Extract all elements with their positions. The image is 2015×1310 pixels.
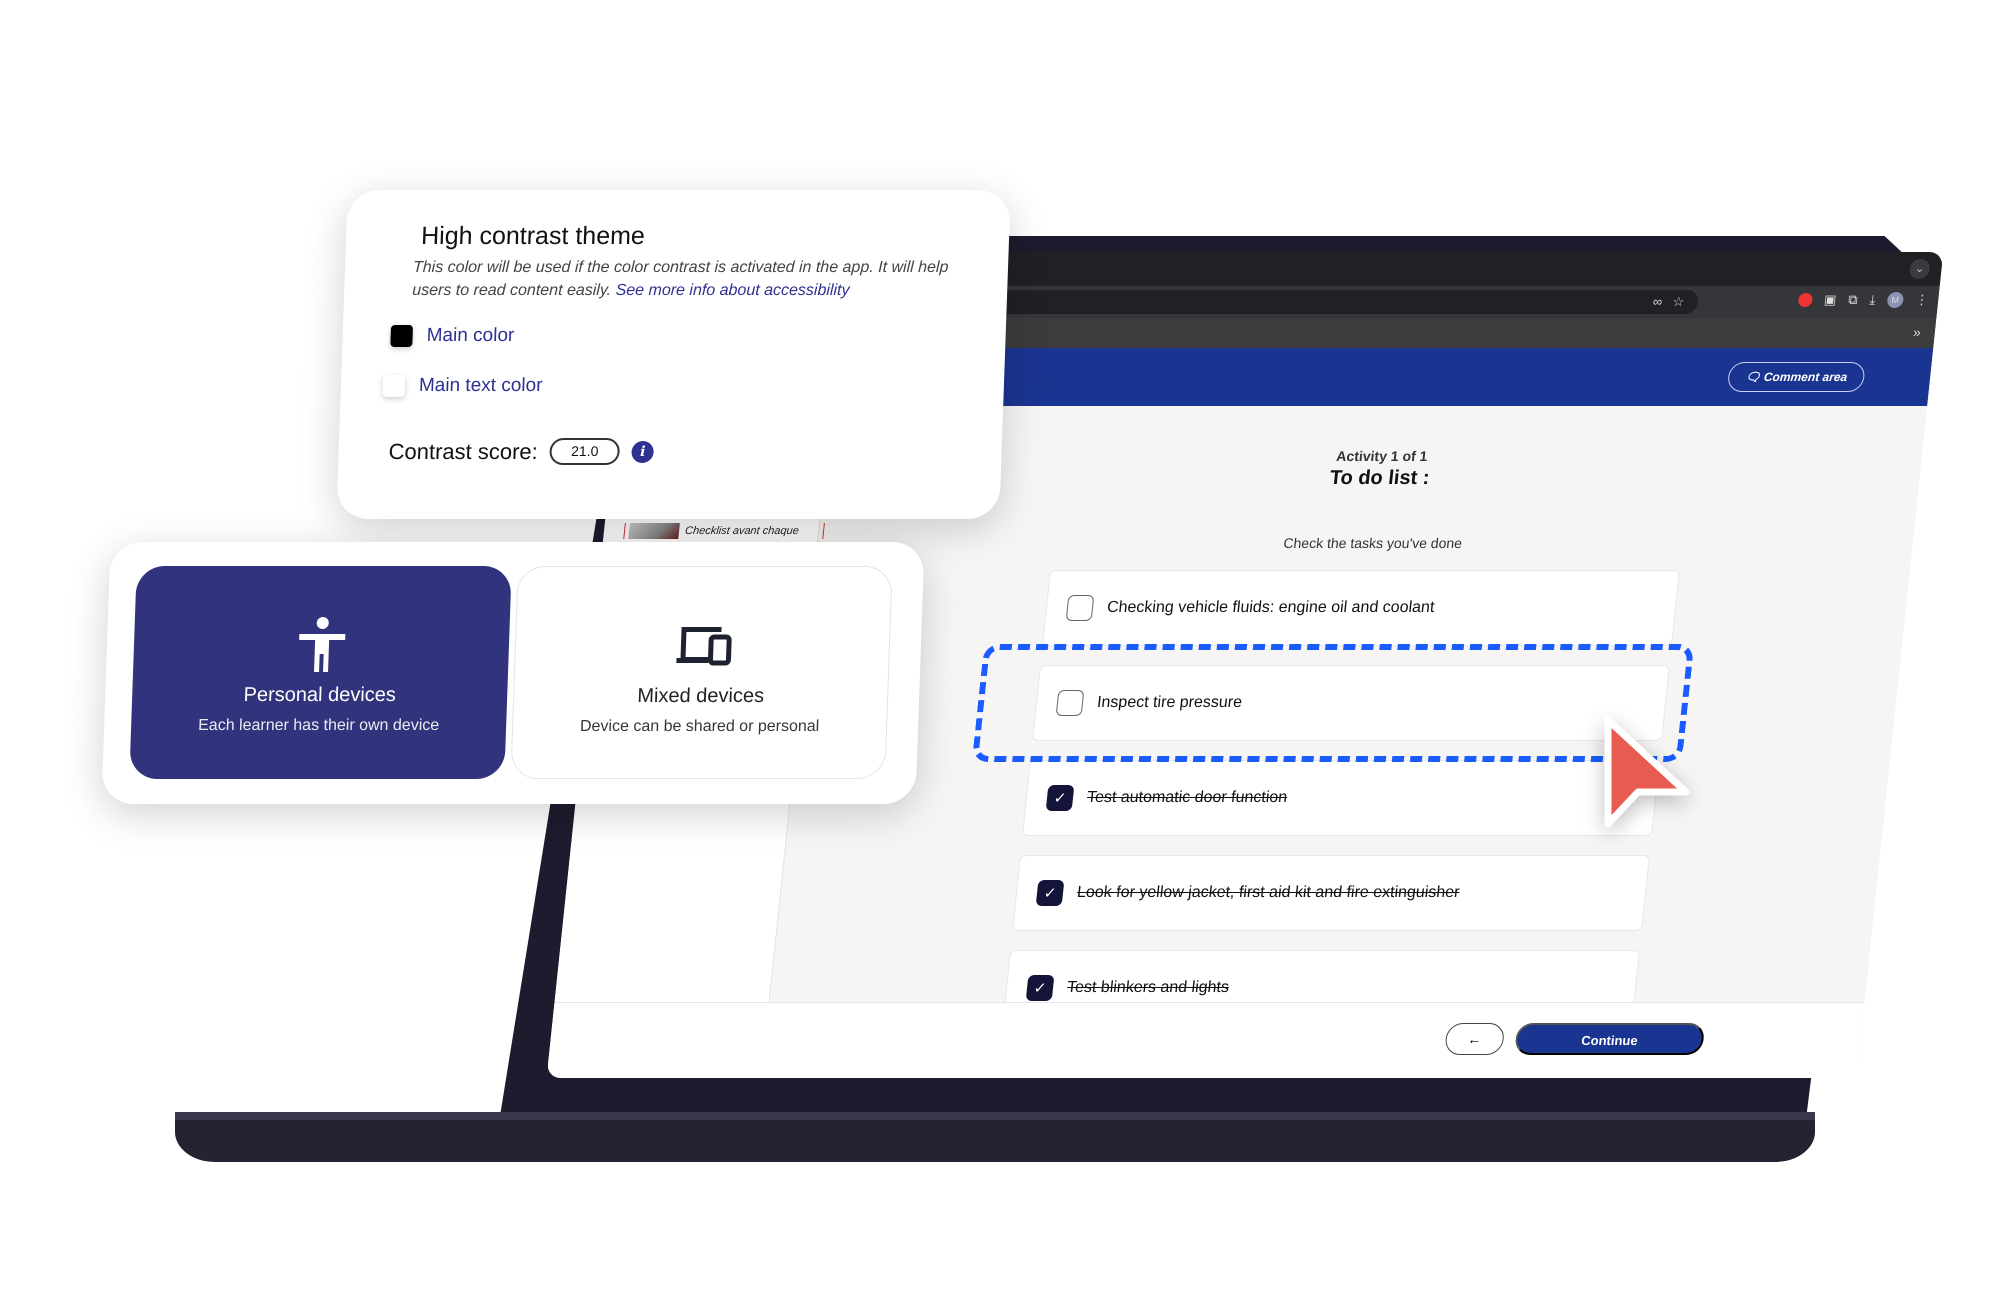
option-subtitle: Each learner has their own device <box>197 717 440 734</box>
main-text-color-label: Main text color <box>418 375 543 396</box>
avatar-icon[interactable]: M <box>1886 292 1905 308</box>
download-icon[interactable]: ⤓ <box>1869 292 1876 308</box>
laptop-base <box>175 1112 1815 1162</box>
task-item[interactable]: ✓ Test automatic door function <box>1022 760 1661 836</box>
laptop-phone-icon <box>515 617 890 677</box>
accessibility-link[interactable]: See more info about accessibility <box>615 282 849 299</box>
high-contrast-card: High contrast theme This color will be u… <box>336 190 1011 519</box>
task-checkbox[interactable] <box>1065 595 1095 621</box>
mixed-devices-option[interactable]: Mixed devices Device can be shared or pe… <box>510 566 893 779</box>
incognito-icon[interactable]: ∞ <box>1652 294 1663 309</box>
card-title: High contrast theme <box>420 222 646 250</box>
main-color-row[interactable]: Main color <box>390 325 515 347</box>
main-color-swatch[interactable] <box>390 325 414 347</box>
task-item[interactable]: Checking vehicle fluids: engine oil and … <box>1041 570 1680 646</box>
task-label: Test automatic door function <box>1086 789 1289 806</box>
comment-area-label: Comment area <box>1763 369 1849 384</box>
contrast-score: Contrast score: 21.0 i <box>388 438 655 465</box>
contrast-score-label: Contrast score: <box>388 438 539 464</box>
contrast-score-value: 21.0 <box>549 438 621 465</box>
thumbnail-label: Checklist avant chaque <box>684 525 800 537</box>
task-label: Checking vehicle fluids: engine oil and … <box>1106 599 1436 616</box>
personal-devices-option[interactable]: Personal devices Each learner has their … <box>129 566 512 779</box>
task-checkbox[interactable]: ✓ <box>1045 785 1075 811</box>
device-mode-card: Personal devices Each learner has their … <box>101 542 925 804</box>
page-title: To do list : <box>1328 467 1431 489</box>
instruction-text: Check the tasks you've done <box>1282 535 1463 551</box>
task-label: Look for yellow jacket, first aid kit an… <box>1076 884 1461 901</box>
tab-icon[interactable]: ▣ <box>1823 292 1837 308</box>
task-checkbox[interactable]: ✓ <box>1025 975 1055 1001</box>
info-icon[interactable]: i <box>631 440 655 463</box>
task-label: Test blinkers and lights <box>1066 979 1230 996</box>
thumbnail-image <box>628 523 680 539</box>
option-title: Personal devices <box>243 684 397 706</box>
tab-search-chevron-icon[interactable]: ⌄ <box>1908 259 1931 279</box>
card-description: This color will be used if the color con… <box>412 256 974 302</box>
extensions-icon[interactable]: ⧉ <box>1847 292 1859 308</box>
focus-highlight <box>971 644 1695 762</box>
bookmarks-overflow-icon[interactable]: » <box>1912 324 1921 340</box>
main-text-color-row[interactable]: Main text color <box>382 375 543 397</box>
menu-icon[interactable]: ⋮ <box>1915 292 1930 308</box>
accessibility-person-icon <box>133 616 510 676</box>
option-subtitle: Device can be shared or personal <box>579 718 820 735</box>
option-title: Mixed devices <box>636 685 765 707</box>
activity-thumbnail[interactable]: Checklist avant chaque <box>623 523 825 539</box>
task-checkbox[interactable]: ✓ <box>1035 880 1065 906</box>
main-text-color-swatch[interactable] <box>382 375 406 397</box>
back-button[interactable]: ← <box>1444 1023 1506 1055</box>
star-icon[interactable]: ☆ <box>1672 294 1685 310</box>
footer-bar: ← Continue <box>546 1002 1865 1078</box>
comment-icon: 🗨 <box>1744 369 1765 384</box>
task-item[interactable]: ✓ Look for yellow jacket, first aid kit a… <box>1012 855 1651 931</box>
main-color-label: Main color <box>426 325 515 346</box>
adblock-icon[interactable] <box>1797 293 1813 307</box>
cursor-arrow-icon <box>1604 716 1690 828</box>
activity-counter: Activity 1 of 1 <box>1335 448 1429 464</box>
comment-area-button[interactable]: 🗨 Comment area <box>1726 362 1866 392</box>
continue-button[interactable]: Continue <box>1514 1023 1706 1055</box>
